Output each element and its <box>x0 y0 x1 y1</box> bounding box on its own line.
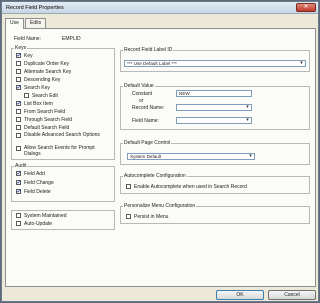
list-box-item-label: List Box Item <box>24 101 53 107</box>
tab-use[interactable]: Use <box>5 18 24 29</box>
alternate-search-key-checkbox[interactable] <box>16 69 21 74</box>
ok-button[interactable]: OK <box>216 290 264 300</box>
field-name-label: Field Name: <box>14 36 41 42</box>
field-delete-label: Field Delete <box>24 189 51 195</box>
allow-search-events-for-prompt-dialogs-label: Allow Search Events for Prompt Dialogs <box>24 145 95 157</box>
default-search-field-checkbox[interactable] <box>16 125 21 130</box>
list-box-item-checkbox[interactable] <box>16 100 22 107</box>
chevron-down-icon: ▾ <box>246 117 249 123</box>
default-search-field-label: Default Search Field <box>24 125 70 131</box>
system-maintained-label: System Maintained <box>24 213 67 219</box>
duplicate-order-key-label: Duplicate Order Key <box>24 61 70 67</box>
alternate-search-key-label: Alternate Search Key <box>24 69 72 75</box>
default-field-name-label: Field Name: <box>132 118 159 124</box>
search-edit-checkbox[interactable] <box>24 93 29 98</box>
close-button[interactable]: ✕ <box>296 3 316 12</box>
field-delete-checkbox[interactable] <box>16 188 22 195</box>
constant-label: Constant <box>132 91 153 97</box>
page-control-value: System Default <box>130 154 162 159</box>
key-label: Key <box>24 53 33 59</box>
descending-key-checkbox[interactable] <box>16 77 21 82</box>
auto-update-label: Auto-Update <box>24 221 53 227</box>
default-field-name-select[interactable]: ▾ <box>176 117 252 124</box>
resize-grip-icon[interactable]: ⋱ <box>311 293 317 300</box>
label-id-select[interactable]: *** Use Default Label *** ▾ <box>124 60 306 67</box>
chevron-down-icon: ▾ <box>300 60 303 66</box>
window-title: Record Field Properties <box>6 5 64 11</box>
system-maintained-checkbox[interactable] <box>16 213 21 218</box>
from-search-field-label: From Search Field <box>24 109 66 115</box>
or-label: or <box>139 98 144 104</box>
personalize-menu-group-label: Personalize Menu Configuration <box>123 203 197 209</box>
record-name-label: Record Name: <box>132 105 165 111</box>
field-add-label: Field Add <box>24 171 45 177</box>
page-control-select[interactable]: System Default ▾ <box>127 153 255 160</box>
field-change-label: Field Change <box>24 180 54 186</box>
record-field-label-group-label: Record Field Label ID <box>123 47 174 53</box>
disable-advanced-search-options-checkbox[interactable] <box>16 133 21 138</box>
default-value-group-label: Default Value <box>123 83 155 89</box>
allow-search-events-for-prompt-dialogs-checkbox[interactable] <box>16 146 21 151</box>
search-key-checkbox[interactable] <box>16 84 22 91</box>
default-page-control-group-label: Default Page Control <box>123 140 172 146</box>
through-search-field-checkbox[interactable] <box>16 117 21 122</box>
audit-group-label: Audit <box>14 163 28 169</box>
keys-group-label: Keys <box>14 45 28 51</box>
tab-panel: Field Name: EMPLID Keys Key Duplicate Ord… <box>5 28 316 287</box>
key-checkbox[interactable] <box>16 52 22 59</box>
disable-advanced-search-options-label: Disable Advanced Search Options <box>24 132 100 138</box>
auto-update-checkbox[interactable] <box>16 221 21 226</box>
search-key-label: Search Key <box>24 85 50 91</box>
cancel-button[interactable]: Cancel <box>268 290 316 300</box>
persist-in-menu-label: Persist in Menu <box>134 214 169 220</box>
title-bar[interactable]: Record Field Properties ✕ <box>2 2 318 14</box>
field-add-checkbox[interactable] <box>16 170 22 177</box>
tab-edits[interactable]: Edits <box>25 18 47 28</box>
duplicate-order-key-checkbox[interactable] <box>16 61 21 66</box>
record-name-select[interactable]: ▾ <box>176 104 252 111</box>
label-id-value: *** Use Default Label *** <box>127 61 177 66</box>
field-name-value: EMPLID <box>62 36 81 42</box>
record-field-properties-window: Record Field Properties ✕ Use Edits Fiel… <box>1 1 319 302</box>
autocomplete-group-label: Autocomplete Configuration <box>123 173 187 179</box>
search-edit-label: Search Edit <box>32 93 58 99</box>
constant-input[interactable]: NEW <box>176 90 252 97</box>
descending-key-label: Descending Key <box>24 77 61 83</box>
autocomplete-checkbox[interactable] <box>126 184 131 189</box>
autocomplete-checkbox-label: Enable Autocomplete when used in Search … <box>134 184 247 190</box>
close-icon: ✕ <box>303 4 309 10</box>
from-search-field-checkbox[interactable] <box>16 109 21 114</box>
constant-value: NEW <box>179 91 190 96</box>
through-search-field-label: Through Search Field <box>24 117 73 123</box>
field-change-checkbox[interactable] <box>16 179 22 186</box>
chevron-down-icon: ▾ <box>246 104 249 110</box>
persist-in-menu-checkbox[interactable] <box>126 214 131 219</box>
chevron-down-icon: ▾ <box>249 153 252 159</box>
